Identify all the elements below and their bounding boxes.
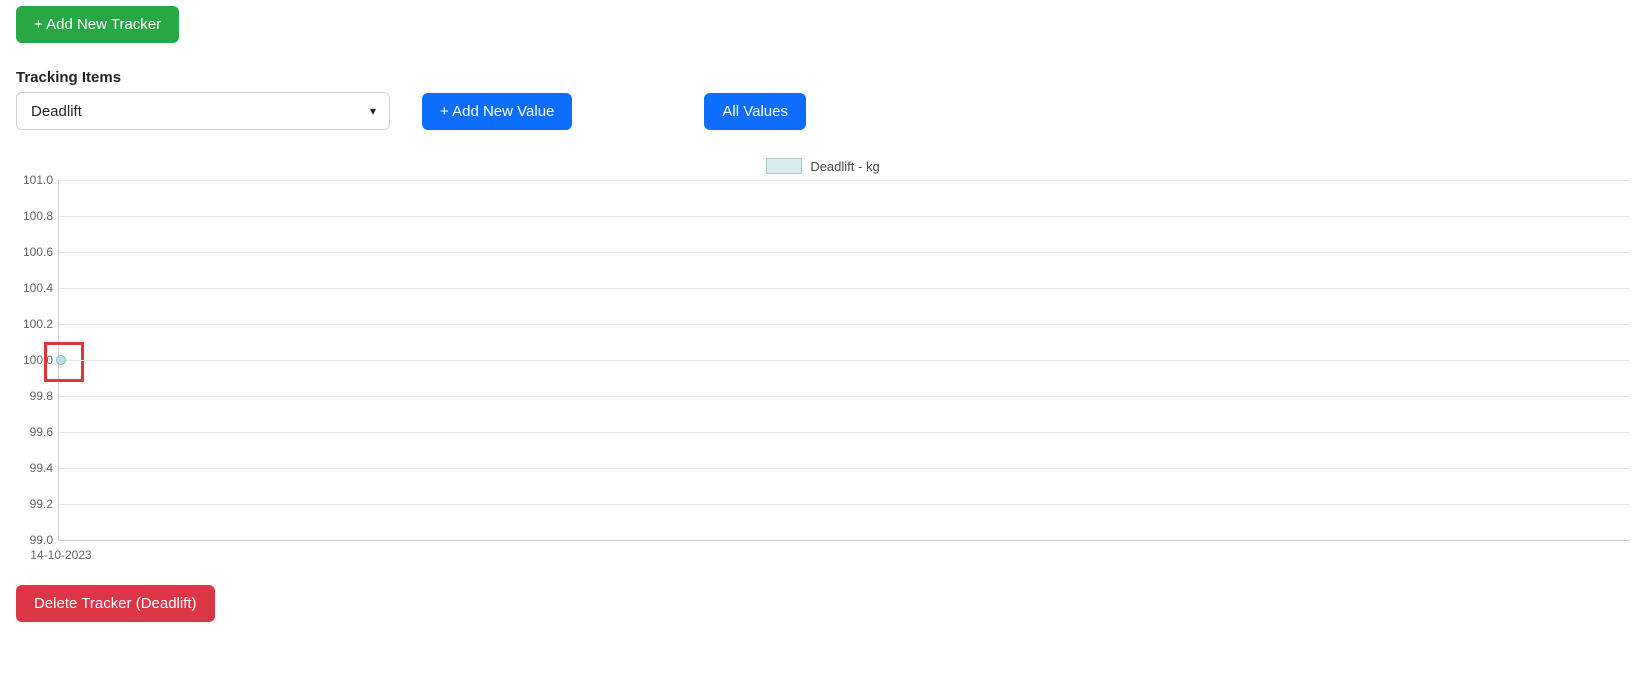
y-tick-label: 101.0	[17, 173, 53, 187]
y-tick-label: 99.4	[17, 461, 53, 475]
gridline	[59, 396, 1630, 397]
data-point[interactable]	[56, 355, 66, 365]
gridline	[59, 360, 1630, 361]
plot-area: 101.0100.8100.6100.4100.2100.099.899.699…	[58, 180, 1630, 541]
legend-swatch	[766, 158, 802, 174]
tracker-chart: Deadlift - kg 101.0100.8100.6100.4100.21…	[16, 158, 1630, 541]
y-tick-label: 99.2	[17, 497, 53, 511]
y-tick-label: 99.0	[17, 533, 53, 547]
gridline	[59, 504, 1630, 505]
tracking-items-select[interactable]: Deadlift	[16, 92, 390, 130]
y-tick-label: 100.8	[17, 209, 53, 223]
legend-label: Deadlift - kg	[810, 159, 879, 174]
gridline	[59, 324, 1630, 325]
x-tick-label: 14-10-2023	[30, 548, 91, 562]
gridline	[59, 180, 1630, 181]
y-tick-label: 100.2	[17, 317, 53, 331]
gridline	[59, 468, 1630, 469]
all-values-button[interactable]: All Values	[704, 93, 806, 130]
gridline	[59, 216, 1630, 217]
controls-row: Deadlift ▾ + Add New Value All Values	[16, 92, 1630, 130]
delete-tracker-row: Delete Tracker (Deadlift)	[16, 585, 1630, 622]
tracking-items-label: Tracking Items	[16, 69, 1630, 86]
tracker-page: + Add New Tracker Tracking Items Deadlif…	[0, 0, 1646, 652]
y-tick-label: 100.4	[17, 281, 53, 295]
gridline	[59, 432, 1630, 433]
tracking-items-select-wrap: Deadlift ▾	[16, 92, 390, 130]
delete-tracker-button[interactable]: Delete Tracker (Deadlift)	[16, 585, 215, 622]
y-tick-label: 99.6	[17, 425, 53, 439]
chart-legend: Deadlift - kg	[16, 158, 1630, 174]
y-tick-label: 99.8	[17, 389, 53, 403]
y-tick-label: 100.0	[17, 353, 53, 367]
gridline	[59, 288, 1630, 289]
add-new-value-button[interactable]: + Add New Value	[422, 93, 572, 130]
add-new-tracker-button[interactable]: + Add New Tracker	[16, 6, 179, 43]
y-tick-label: 100.6	[17, 245, 53, 259]
gridline	[59, 252, 1630, 253]
